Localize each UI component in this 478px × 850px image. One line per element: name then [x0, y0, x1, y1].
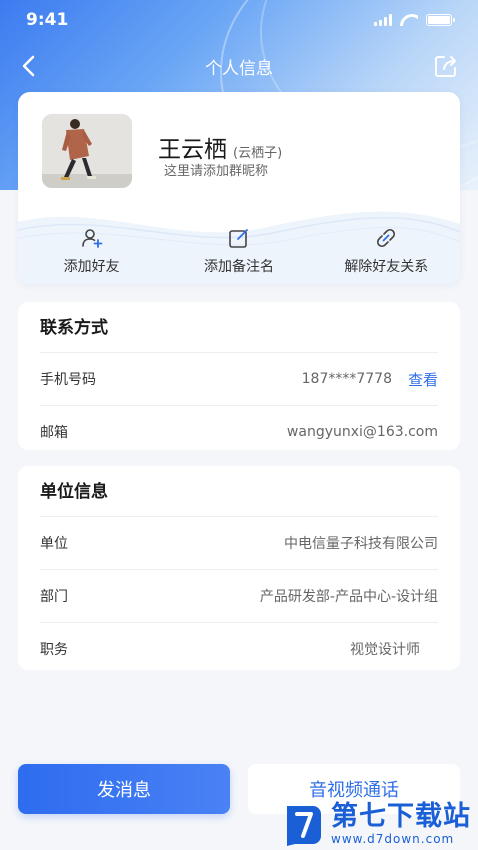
company-row: 单位 中电信量子科技有限公司	[40, 516, 438, 569]
user-alias: (云栖子)	[233, 146, 283, 161]
phone-value: 187****7778	[301, 371, 392, 387]
profile-actions: 添加好友 添加备注名 解除好友关系	[18, 226, 460, 276]
add-friend-label: 添加好友	[63, 259, 120, 275]
edit-icon	[229, 229, 248, 248]
email-row: 邮箱 wangyunxi@163.com	[40, 405, 438, 458]
phone-row: 手机号码 187****7778 查看	[40, 352, 438, 405]
status-time: 9:41	[26, 10, 69, 30]
status-bar: 9:41	[0, 0, 478, 40]
department-label: 部门	[40, 589, 68, 605]
position-value: 视觉设计师	[350, 642, 420, 658]
remove-friend-label: 解除好友关系	[344, 259, 429, 275]
user-name: 王云栖	[158, 137, 227, 163]
watermark-logo-icon	[287, 806, 321, 846]
add-remark-action[interactable]: 添加备注名	[165, 226, 312, 276]
remove-friend-action[interactable]: 解除好友关系	[313, 226, 460, 276]
email-value[interactable]: wangyunxi@163.com	[287, 424, 438, 440]
page-title: 个人信息	[205, 58, 273, 79]
send-message-button[interactable]: 发消息	[18, 764, 230, 814]
position-row: 职务 视觉设计师	[40, 622, 438, 675]
back-arrow-icon[interactable]	[16, 52, 44, 80]
status-icons	[374, 14, 455, 26]
watermark-url: www.d7down.com	[331, 832, 455, 846]
company-label: 单位	[40, 536, 68, 552]
work-section-title: 单位信息	[40, 482, 108, 502]
avatar[interactable]	[42, 114, 132, 188]
watermark: 第七下载站 www.d7down.com	[283, 798, 475, 850]
avatar-photo	[42, 114, 132, 188]
watermark-name: 第七下载站	[331, 801, 471, 832]
name-row: 王云栖 (云栖子)	[158, 130, 282, 164]
add-friend-action[interactable]: 添加好友	[18, 226, 165, 276]
add-remark-label: 添加备注名	[203, 259, 274, 275]
signal-icon	[374, 14, 392, 26]
battery-icon	[426, 14, 455, 26]
department-value: 产品研发部-产品中心-设计组	[259, 589, 438, 605]
view-phone-link[interactable]: 查看	[408, 369, 438, 390]
contact-section-title: 联系方式	[40, 318, 108, 338]
unlink-icon	[377, 228, 396, 248]
email-label: 邮箱	[40, 425, 68, 441]
work-section: 单位信息 单位 中电信量子科技有限公司 部门 产品研发部-产品中心-设计组 职务…	[18, 466, 460, 670]
share-icon[interactable]	[432, 52, 460, 80]
company-value: 中电信量子科技有限公司	[284, 536, 438, 552]
add-user-icon	[81, 229, 103, 248]
contact-section: 联系方式 手机号码 187****7778 查看 邮箱 wangyunxi@16…	[18, 302, 460, 450]
watermark-text: 第七下载站 www.d7down.com	[331, 801, 471, 847]
phone-value-group: 187****7778 查看	[302, 369, 438, 390]
department-row: 部门 产品研发部-产品中心-设计组	[40, 569, 438, 622]
phone-label: 手机号码	[40, 372, 96, 388]
position-label: 职务	[40, 642, 68, 658]
group-nickname-hint[interactable]: 这里请添加群昵称	[164, 160, 268, 179]
nav-bar: 个人信息	[0, 44, 478, 88]
profile-card: 王云栖 (云栖子) 这里请添加群昵称 添加好友 添加备注名 解除好友关系	[18, 92, 460, 284]
wifi-icon	[400, 14, 418, 26]
